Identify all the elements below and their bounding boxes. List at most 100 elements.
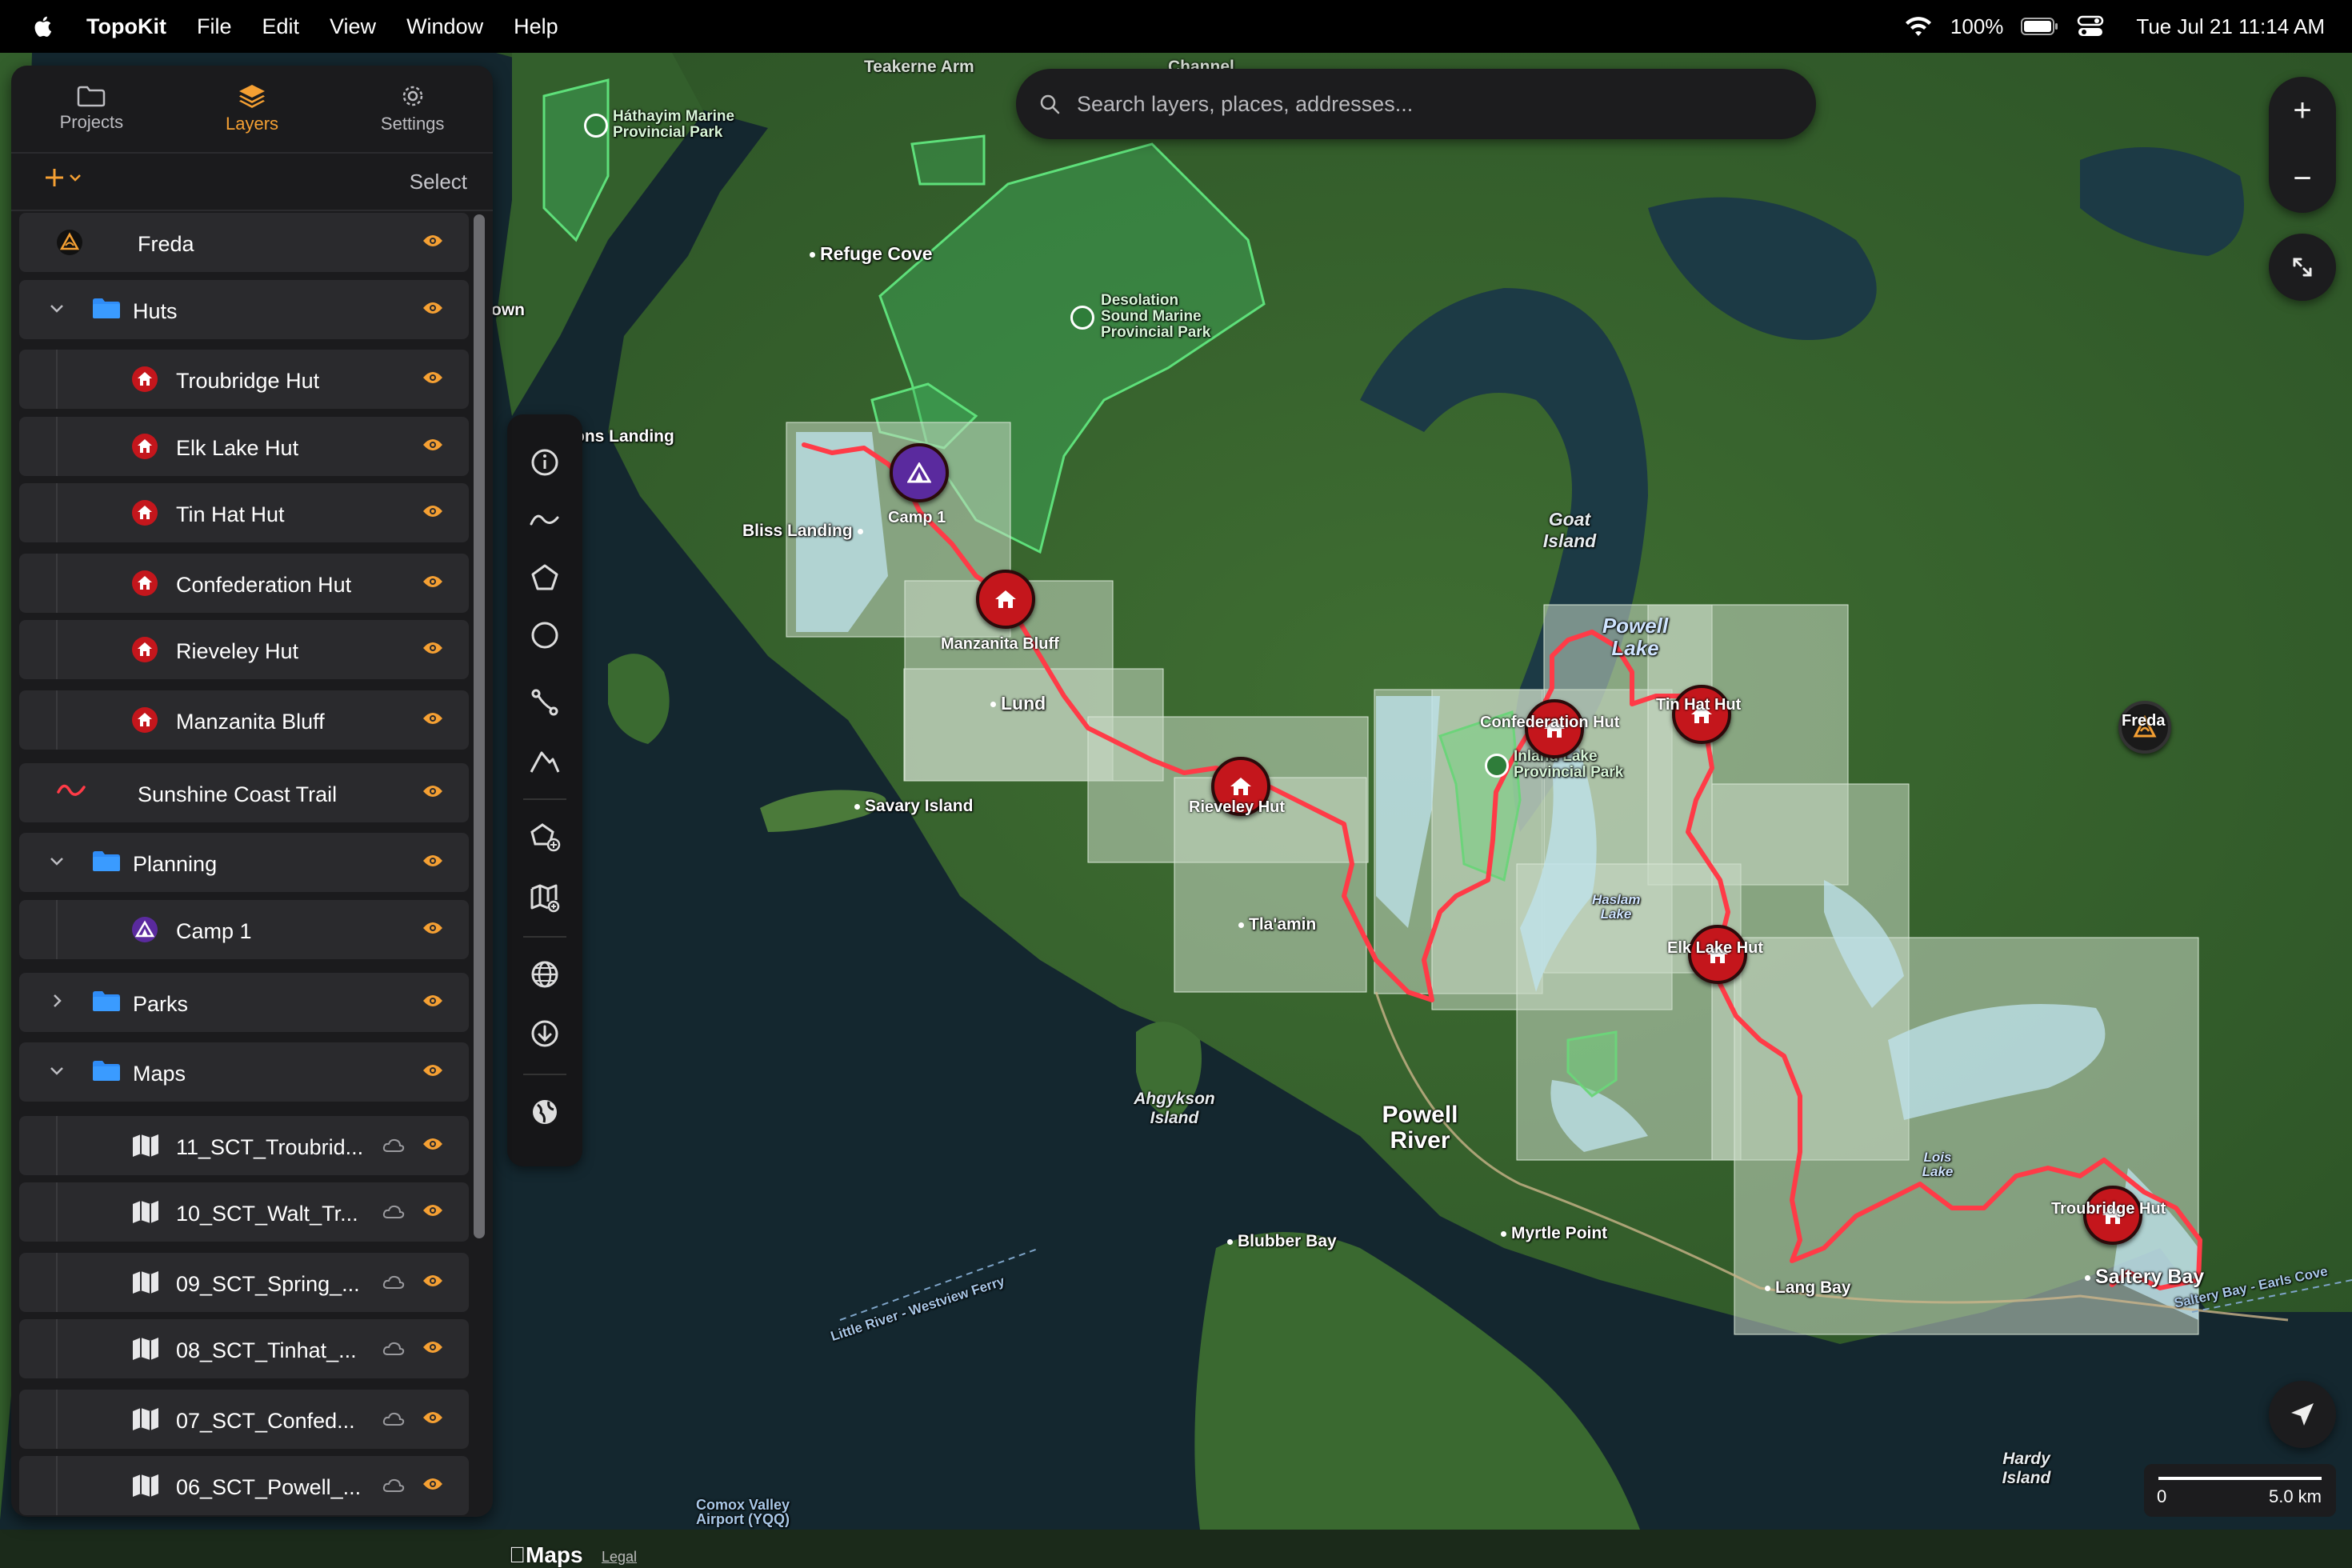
scrollbar[interactable]	[472, 214, 486, 1302]
tree-line	[56, 350, 58, 409]
scrollbar-thumb[interactable]	[474, 214, 485, 1238]
apple-icon[interactable]	[32, 14, 56, 38]
layer-row-planning[interactable]: Planning	[19, 833, 469, 893]
menu-file[interactable]: File	[197, 14, 232, 39]
globe-tool[interactable]	[507, 1088, 582, 1136]
add-shape-tool[interactable]	[507, 813, 582, 861]
visibility-eye-icon[interactable]	[422, 1477, 443, 1495]
layer-row-10-sct-walt-tr[interactable]: 10_SCT_Walt_Tr...	[19, 1182, 469, 1242]
visibility-eye-icon[interactable]	[422, 994, 443, 1012]
add-map-tool[interactable]	[507, 874, 582, 922]
separator	[523, 1074, 566, 1075]
hut-pin-manzanita-bluff[interactable]	[976, 570, 1035, 629]
menu-help[interactable]: Help	[514, 14, 558, 39]
visibility-eye-icon[interactable]	[422, 641, 443, 659]
place-label: Saltery Bay	[2085, 1266, 2204, 1289]
layer-label: Planning	[133, 852, 218, 877]
visibility-eye-icon[interactable]	[422, 854, 443, 872]
layer-row-camp-1[interactable]: Camp 1	[19, 899, 469, 959]
visibility-eye-icon[interactable]	[422, 711, 443, 730]
visibility-eye-icon[interactable]	[422, 1203, 443, 1222]
basemap-tool[interactable]	[507, 950, 582, 998]
menu-view[interactable]: View	[330, 14, 376, 39]
tab-layers[interactable]: Layers	[172, 66, 333, 152]
clock[interactable]: Tue Jul 21 11:14 AM	[2136, 14, 2325, 39]
layer-row-troubridge-hut[interactable]: Troubridge Hut	[19, 350, 469, 409]
chevron-down-icon	[70, 174, 81, 182]
layer-row-freda[interactable]: Freda	[19, 213, 469, 272]
tree-line	[56, 553, 58, 613]
visibility-eye-icon[interactable]	[422, 370, 443, 389]
layer-row-confederation-hut[interactable]: Confederation Hut	[19, 553, 469, 613]
info-tool[interactable]	[507, 438, 582, 486]
circle-tool[interactable]	[507, 611, 582, 659]
visibility-eye-icon[interactable]	[422, 301, 443, 319]
visibility-eye-icon[interactable]	[422, 1410, 443, 1429]
wifi-icon[interactable]	[1904, 15, 1933, 38]
cloud-icon[interactable]	[382, 1205, 405, 1223]
search-input[interactable]	[1075, 90, 1766, 118]
camp-pin[interactable]	[890, 443, 949, 502]
layer-row-08-sct-tinhat[interactable]: 08_SCT_Tinhat_...	[19, 1319, 469, 1379]
search-bar[interactable]	[1016, 69, 1816, 139]
visibility-eye-icon[interactable]	[422, 1063, 443, 1082]
visibility-eye-icon[interactable]	[422, 1340, 443, 1358]
layer-label: 08_SCT_Tinhat_...	[176, 1338, 357, 1363]
pin-label: Tin Hat Hut	[1656, 696, 1742, 714]
layer-row-09-sct-spring[interactable]: 09_SCT_Spring_...	[19, 1252, 469, 1312]
menu-window[interactable]: Window	[406, 14, 483, 39]
profile-tool[interactable]	[507, 738, 582, 786]
layer-row-elk-lake-hut[interactable]: Elk Lake Hut	[19, 416, 469, 476]
water-label: Powell Lake	[1602, 614, 1669, 660]
visibility-eye-icon[interactable]	[422, 574, 443, 593]
visibility-eye-icon[interactable]	[422, 921, 443, 939]
cloud-icon[interactable]	[382, 1138, 405, 1157]
select-button[interactable]: Select	[410, 170, 467, 194]
control-center-icon[interactable]	[2077, 14, 2104, 38]
chevron-down-icon[interactable]	[48, 852, 66, 874]
freehand-tool[interactable]	[507, 496, 582, 544]
battery-icon[interactable]	[2021, 17, 2059, 36]
locate-button[interactable]	[2269, 1381, 2336, 1448]
visibility-eye-icon[interactable]	[422, 234, 443, 252]
layer-row-rieveley-hut[interactable]: Rieveley Hut	[19, 620, 469, 680]
chevron-right-icon[interactable]	[48, 992, 66, 1014]
cloud-icon[interactable]	[382, 1478, 405, 1497]
layer-row-manzanita-bluff[interactable]: Manzanita Bluff	[19, 690, 469, 750]
zoom-out-button[interactable]: −	[2269, 145, 2336, 213]
zoom-in-button[interactable]: +	[2269, 77, 2336, 145]
visibility-eye-icon[interactable]	[422, 1274, 443, 1292]
layer-row-parks[interactable]: Parks	[19, 973, 469, 1032]
cloud-icon[interactable]	[382, 1342, 405, 1360]
chevron-down-icon[interactable]	[48, 1062, 66, 1083]
tab-settings[interactable]: Settings	[332, 66, 493, 152]
hut-pin-tin-hat[interactable]	[1672, 685, 1731, 744]
layer-row-huts[interactable]: Huts	[19, 279, 469, 339]
sidebar-tabs: Projects Layers Settings	[11, 66, 493, 154]
layer-row-maps[interactable]: Maps	[19, 1042, 469, 1102]
legal-link[interactable]: Legal	[602, 1549, 637, 1566]
visibility-eye-icon[interactable]	[422, 1137, 443, 1155]
drawing-tool-palette	[507, 414, 582, 1166]
cloud-icon[interactable]	[382, 1275, 405, 1294]
chevron-down-icon[interactable]	[48, 299, 66, 321]
visibility-eye-icon[interactable]	[422, 784, 443, 802]
layer-label: Elk Lake Hut	[176, 435, 299, 460]
layer-row-07-sct-confed[interactable]: 07_SCT_Confed...	[19, 1389, 469, 1449]
layer-row-11-sct-troubrid[interactable]: 11_SCT_Troubrid...	[19, 1115, 469, 1175]
visibility-eye-icon[interactable]	[422, 504, 443, 522]
layer-row-sunshine-coast-trail[interactable]: Sunshine Coast Trail	[19, 762, 469, 822]
layer-row-06-sct-powell[interactable]: 06_SCT_Powell_...	[19, 1456, 469, 1516]
tab-projects[interactable]: Projects	[11, 66, 172, 152]
menu-edit[interactable]: Edit	[262, 14, 299, 39]
add-layer-button[interactable]	[43, 166, 82, 189]
visibility-eye-icon[interactable]	[422, 438, 443, 456]
fullscreen-button[interactable]	[2269, 234, 2336, 301]
route-tool[interactable]	[507, 678, 582, 726]
cloud-icon[interactable]	[382, 1412, 405, 1430]
polygon-tool[interactable]	[507, 554, 582, 602]
layer-row-tin-hat-hut[interactable]: Tin Hat Hut	[19, 483, 469, 543]
download-tool[interactable]	[507, 1010, 582, 1058]
app-name[interactable]: TopoKit	[86, 14, 166, 39]
tree-line	[56, 1115, 58, 1175]
